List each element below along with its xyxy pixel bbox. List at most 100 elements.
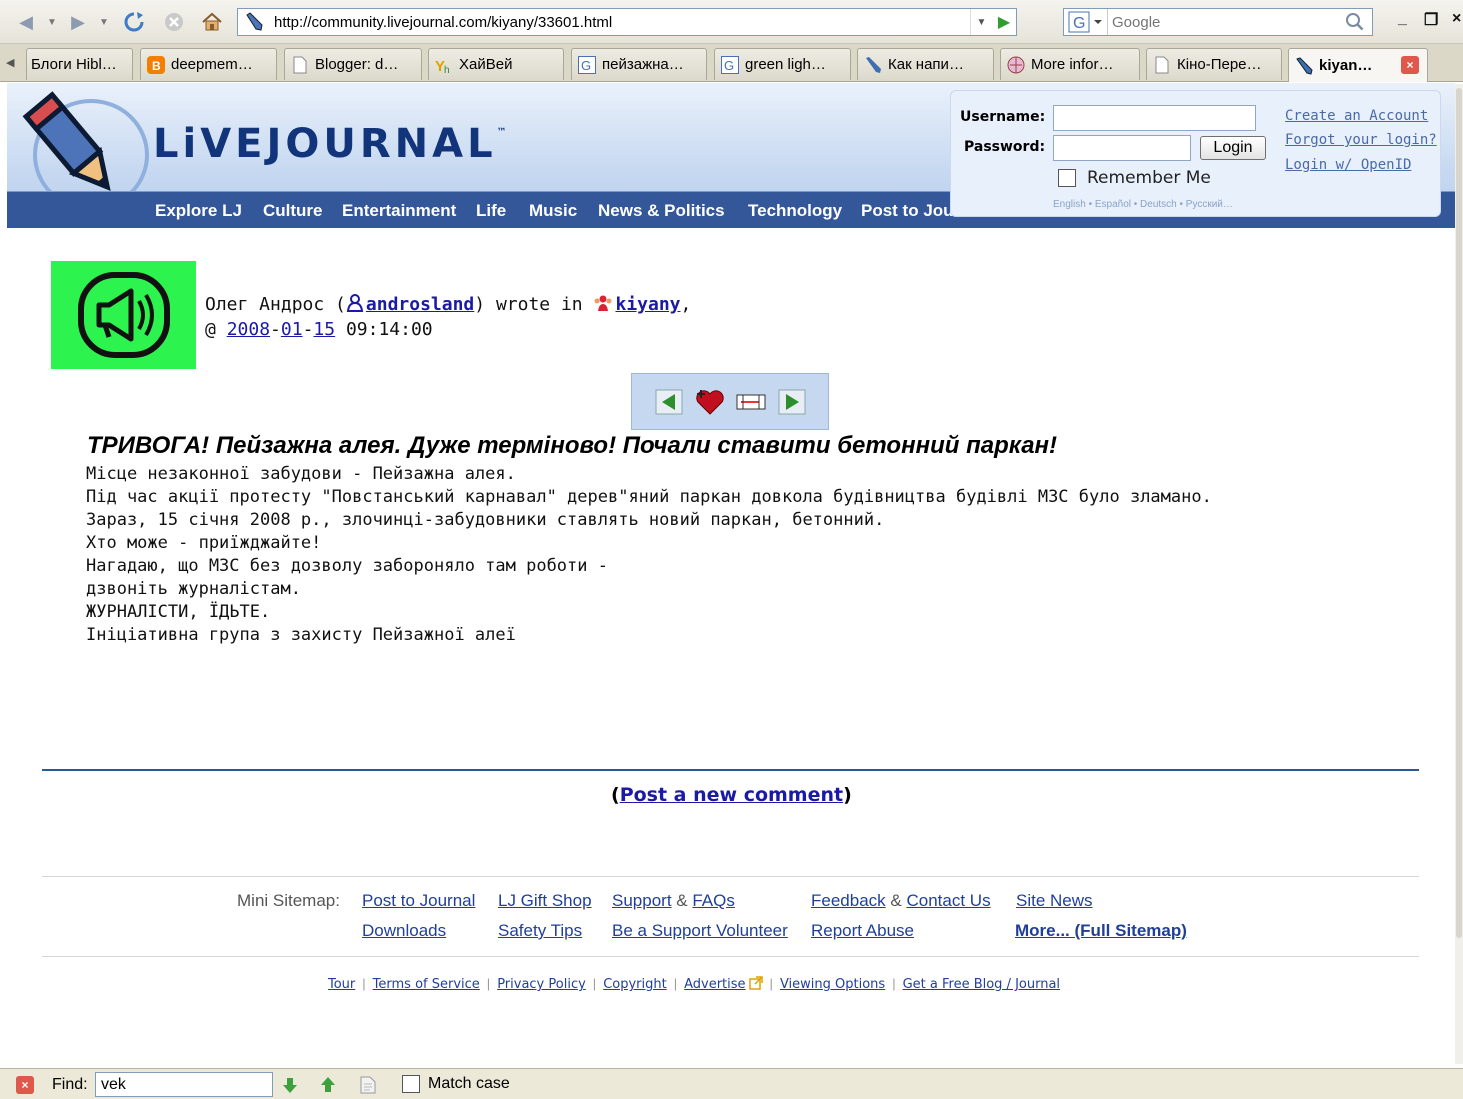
tab-deepmem[interactable]: B deepmem… (140, 48, 277, 80)
nav-explore-lj[interactable]: Explore LJ (155, 201, 242, 221)
sitemap-contact-us[interactable]: Contact Us (906, 891, 990, 910)
sitemap-support-volunteer[interactable]: Be a Support Volunteer (612, 921, 788, 941)
nav-news-politics[interactable]: News & Politics (598, 201, 725, 221)
tab-peizazhna[interactable]: G пейзажна… (571, 48, 707, 80)
url-history-dropdown[interactable]: ▼ (970, 9, 992, 35)
sitemap-faqs[interactable]: FAQs (692, 891, 735, 910)
link-text: Downloads (362, 921, 447, 940)
livejournal-wordmark[interactable]: LiVEJOURNAL™ (153, 121, 507, 167)
login-button[interactable]: Login (1200, 136, 1266, 160)
user-icon[interactable] (346, 294, 364, 318)
tag-entry-icon[interactable] (735, 388, 767, 416)
forward-history-dropdown[interactable]: ▼ (98, 10, 110, 34)
footer-terms[interactable]: Terms of Service (373, 977, 480, 992)
sitemap-gift-shop[interactable]: LJ Gift Shop (498, 891, 592, 911)
back-icon[interactable]: ◀ (14, 10, 38, 34)
sitemap-post-to-journal[interactable]: Post to Journal (362, 891, 475, 911)
nav-technology[interactable]: Technology (748, 201, 842, 221)
highlight-all-icon[interactable] (358, 1075, 378, 1095)
post-new-comment-link[interactable]: Post a new comment (620, 784, 843, 806)
nav-entertainment[interactable]: Entertainment (342, 201, 456, 221)
sitemap-downloads[interactable]: Downloads (362, 921, 446, 941)
svg-text:G: G (724, 58, 734, 73)
remember-me-checkbox[interactable] (1058, 169, 1076, 187)
sitemap-feedback[interactable]: Feedback (811, 891, 886, 910)
footer-privacy[interactable]: Privacy Policy (497, 977, 586, 992)
footer-tour[interactable]: Tour (328, 977, 355, 992)
tab-label: kiyan… (1319, 57, 1373, 74)
search-icon[interactable] (1338, 9, 1372, 35)
tab-label: пейзажна… (602, 56, 684, 73)
close-window-icon[interactable]: × (1452, 10, 1461, 28)
find-input[interactable] (95, 1072, 273, 1097)
tab-green-light[interactable]: G green ligh… (714, 48, 851, 80)
sitemap-report-abuse[interactable]: Report Abuse (811, 921, 914, 941)
username-input[interactable] (1053, 105, 1256, 131)
find-next-icon[interactable] (280, 1075, 300, 1095)
date-day-link[interactable]: 15 (313, 319, 335, 340)
date-year-link[interactable]: 2008 (227, 319, 270, 340)
close-find-icon[interactable]: × (16, 1076, 34, 1094)
sitemap-full-sitemap[interactable]: More... (Full Sitemap) (1015, 921, 1187, 941)
stop-icon[interactable] (162, 10, 186, 34)
password-input[interactable] (1053, 135, 1191, 161)
find-previous-icon[interactable] (318, 1075, 338, 1095)
next-entry-icon[interactable] (776, 388, 808, 416)
body-line: Під час акції протесту "Повстанський кар… (86, 487, 1212, 507)
reload-icon[interactable] (122, 10, 146, 34)
author-username-link[interactable]: androsland (366, 294, 474, 315)
nav-post-to-journal[interactable]: Post to Jou (861, 201, 953, 221)
nav-life[interactable]: Life (476, 201, 506, 221)
minimize-icon[interactable]: _ (1398, 10, 1407, 28)
nav-music[interactable]: Music (529, 201, 577, 221)
create-account-link[interactable]: Create an Account (1285, 108, 1428, 124)
add-to-memories-icon[interactable] (694, 388, 726, 416)
forgot-login-link[interactable]: Forgot your login? (1285, 132, 1437, 148)
tab-kino-pere[interactable]: Кіно-Пере… (1146, 48, 1282, 80)
openid-login-link[interactable]: Login w/ OpenID (1285, 157, 1411, 173)
tab-kiyany-active[interactable]: kiyan… × (1288, 48, 1428, 82)
link-text: Be a Support Volunteer (612, 921, 788, 940)
community-icon[interactable] (593, 294, 613, 318)
forward-icon[interactable]: ▶ (66, 10, 90, 34)
search-input[interactable] (1108, 10, 1338, 34)
find-bar: × Find: Match case (0, 1068, 1463, 1099)
footer-advertise[interactable]: Advertise (684, 977, 745, 992)
paren-close: ) (843, 784, 852, 806)
community-link[interactable]: kiyany (615, 294, 680, 315)
match-case[interactable]: Match case (402, 1075, 510, 1093)
footer-viewing-options[interactable]: Viewing Options (780, 977, 885, 992)
footer-free-blog[interactable]: Get a Free Blog / Journal (903, 977, 1060, 992)
post-meta: Олег Андрос (androsland) wrote in kiyany… (205, 294, 692, 340)
footer-divider (42, 876, 1419, 877)
livejournal-pen-icon (1295, 56, 1313, 75)
date-month-link[interactable]: 01 (281, 319, 303, 340)
tab-blogger[interactable]: Blogger: d… (284, 48, 422, 80)
remember-me[interactable]: Remember Me (1058, 168, 1211, 188)
post-body: Місце незаконної забудови - Пейзажна але… (86, 463, 1212, 647)
tab-more-info[interactable]: More infor… (1000, 48, 1140, 80)
login-panel: Username: Password: Login Remember Me En… (950, 90, 1441, 217)
tab-kak-napi[interactable]: Как напи… (857, 48, 994, 80)
sitemap-safety-tips[interactable]: Safety Tips (498, 921, 582, 941)
sitemap-support[interactable]: Support (612, 891, 672, 910)
go-icon[interactable]: ▶ (992, 9, 1016, 35)
search-engine-selector[interactable]: G (1064, 9, 1108, 35)
previous-entry-icon[interactable] (653, 388, 685, 416)
sitemap-site-news[interactable]: Site News (1016, 891, 1093, 911)
tab-hibl[interactable]: Блоги Hibl… (26, 48, 133, 80)
tab-label: Как напи… (888, 56, 964, 73)
tab-highway[interactable]: Yh ХайВей (428, 48, 564, 80)
match-case-checkbox[interactable] (402, 1075, 420, 1093)
back-history-dropdown[interactable]: ▼ (46, 10, 58, 34)
restore-icon[interactable]: ❐ (1424, 10, 1438, 30)
close-tab-icon[interactable]: × (1401, 56, 1419, 74)
home-icon[interactable] (200, 10, 224, 34)
sitemap-support-faqs: Support & FAQs (612, 891, 735, 911)
address-bar[interactable]: http://community.livejournal.com/kiyany/… (237, 8, 1017, 36)
scrollbar-thumb[interactable] (1456, 88, 1462, 938)
footer-copyright[interactable]: Copyright (603, 977, 667, 992)
nav-culture[interactable]: Culture (263, 201, 323, 221)
language-links[interactable]: English • Español • Deutsch • Русский… (1053, 199, 1233, 210)
tab-scroll-left-icon[interactable]: ◀ (6, 56, 14, 69)
